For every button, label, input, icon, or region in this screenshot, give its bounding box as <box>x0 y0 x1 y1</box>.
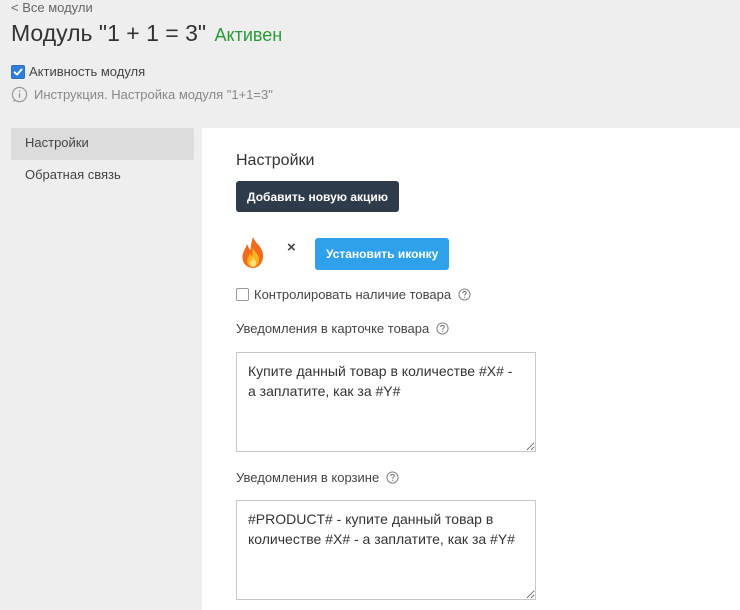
sidebar: Настройки Обратная связь <box>11 128 194 192</box>
control-stock-label: Контролировать наличие товара <box>254 287 452 302</box>
control-stock-checkbox[interactable] <box>236 288 249 301</box>
add-action-button[interactable]: Добавить новую акцию <box>236 181 400 212</box>
set-icon-button[interactable]: Установить иконку <box>315 238 450 270</box>
product-card-label-text: Уведомления в карточке товара <box>236 321 430 336</box>
help-icon[interactable] <box>386 471 399 484</box>
cart-notification-label: Уведомления в корзине <box>236 470 399 485</box>
activity-checkbox[interactable] <box>11 64 25 79</box>
activity-checkbox-label: Активность модуля <box>29 64 146 79</box>
fire-icon <box>242 237 264 268</box>
help-icon[interactable] <box>458 288 471 301</box>
checkmark-icon <box>13 68 23 75</box>
module-activity-toggle[interactable]: Активность модуля <box>11 64 145 79</box>
product-card-notification-textarea[interactable]: Купите данный товар в количестве #X# - а… <box>236 352 536 452</box>
cart-notification-textarea[interactable]: #PRODUCT# - купите данный товар в количе… <box>236 500 536 600</box>
status-badge: Активен <box>214 25 283 45</box>
sidebar-item-settings[interactable]: Настройки <box>11 128 194 160</box>
help-icon[interactable] <box>436 322 449 335</box>
back-to-modules-link[interactable]: < Все модули <box>11 0 93 15</box>
section-title: Настройки <box>236 152 315 169</box>
product-card-notification-label: Уведомления в карточке товара <box>236 321 449 336</box>
cart-label-text: Уведомления в корзине <box>236 470 380 485</box>
control-stock-toggle[interactable]: Контролировать наличие товара <box>236 287 471 302</box>
remove-icon-button[interactable]: × <box>287 239 296 256</box>
page-header: Модуль "1 + 1 = 3" Активен <box>11 20 282 47</box>
instruction-link[interactable]: Инструкция. Настройка модуля "1+1=3" <box>11 86 273 103</box>
page-title: Модуль "1 + 1 = 3" <box>11 20 207 46</box>
sidebar-item-feedback[interactable]: Обратная связь <box>11 160 194 192</box>
instruction-text: Инструкция. Настройка модуля "1+1=3" <box>34 87 273 102</box>
settings-panel: Настройки Добавить новую акцию × Установ… <box>202 128 740 610</box>
info-icon <box>11 86 28 103</box>
